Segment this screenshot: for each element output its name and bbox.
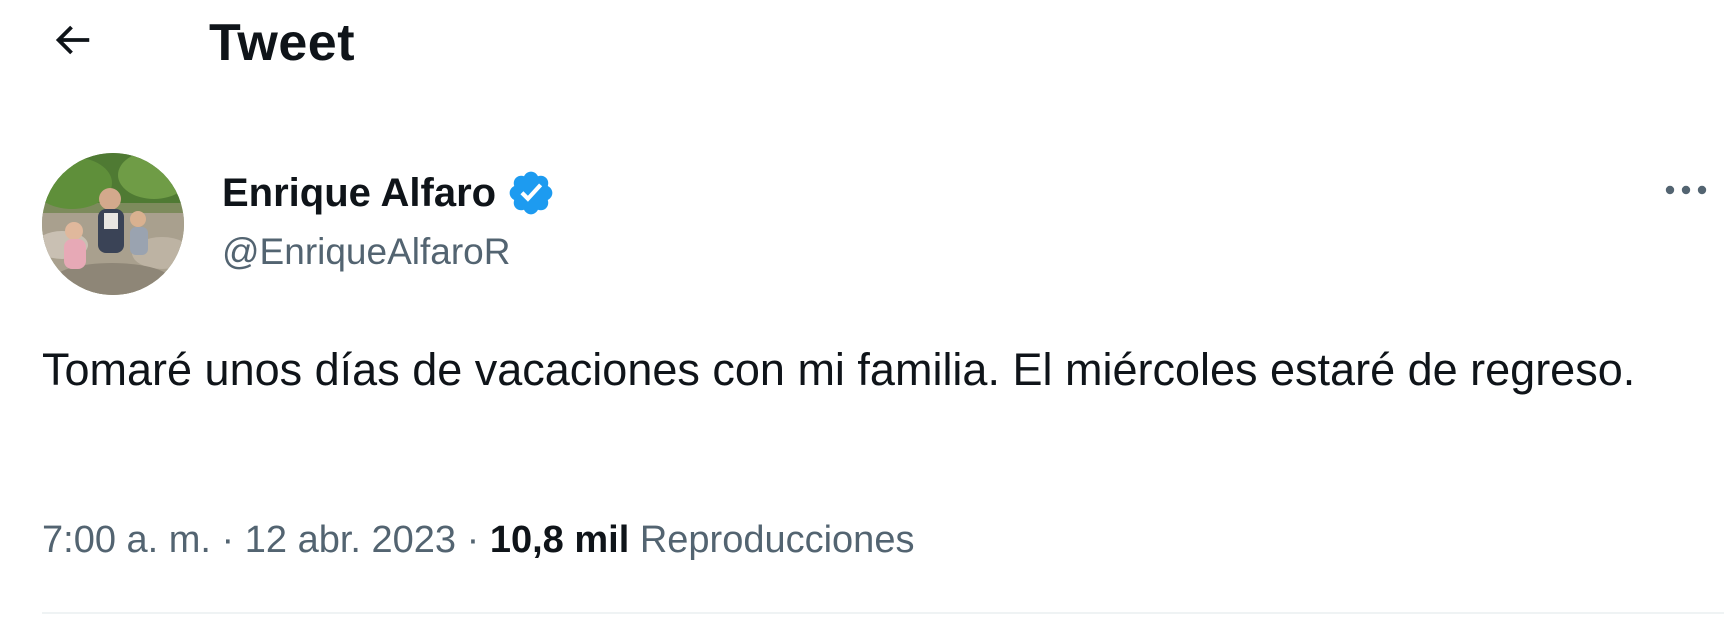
avatar[interactable]	[42, 153, 184, 295]
top-bar: Tweet	[0, 0, 1724, 86]
tweet-date[interactable]: 12 abr. 2023	[245, 519, 456, 561]
views-count: 10,8 mil	[489, 519, 630, 561]
divider	[42, 612, 1724, 614]
arrow-left-icon	[49, 17, 95, 68]
page-title: Tweet	[209, 14, 356, 72]
tweet-meta: 7:00 a. m. · 12 abr. 2023 · 10,8 mil Rep…	[42, 510, 914, 570]
meta-separator: ·	[221, 519, 235, 561]
author-name[interactable]: Enrique Alfaro	[222, 163, 496, 223]
author-block: Enrique Alfaro @EnriqueAlfaroR	[222, 163, 556, 277]
tweet-text: Tomaré unos días de vacaciones con mi fa…	[42, 344, 1636, 395]
more-options-button[interactable]	[1660, 170, 1712, 214]
tweet-time[interactable]: 7:00 a. m.	[42, 519, 211, 561]
verified-badge-icon	[506, 168, 556, 218]
more-horizontal-icon	[1662, 182, 1710, 203]
author-handle[interactable]: @EnriqueAlfaroR	[222, 227, 556, 277]
back-button[interactable]	[44, 14, 100, 70]
meta-separator: ·	[466, 519, 480, 561]
views-label: Reproducciones	[639, 519, 915, 561]
author-name-row: Enrique Alfaro	[222, 163, 556, 223]
